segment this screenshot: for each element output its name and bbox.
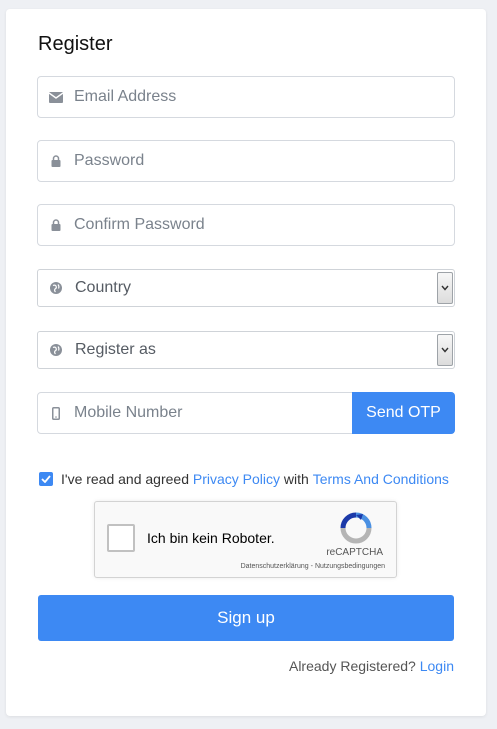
recaptcha-terms-link[interactable]: Nutzungsbedingungen bbox=[315, 563, 385, 570]
chevron-down-icon[interactable] bbox=[437, 272, 453, 304]
recaptcha-widget: Ich bin kein Roboter. reCAPTCHA Datensch… bbox=[94, 501, 397, 578]
chevron-down-icon[interactable] bbox=[437, 334, 453, 366]
recaptcha-separator: - bbox=[310, 563, 313, 570]
send-otp-button[interactable]: Send OTP bbox=[352, 392, 455, 434]
register-as-select[interactable]: Register as bbox=[37, 331, 455, 369]
password-field[interactable] bbox=[37, 140, 455, 182]
recaptcha-legal: Datenschutzerklärung - Nutzungsbedingung… bbox=[241, 563, 385, 570]
recaptcha-label: Ich bin kein Roboter. bbox=[147, 530, 275, 546]
login-link[interactable]: Login bbox=[420, 658, 454, 674]
confirm-password-field[interactable] bbox=[37, 204, 455, 246]
lock-icon bbox=[49, 154, 63, 168]
email-input[interactable] bbox=[74, 77, 454, 117]
login-prompt: Already Registered? Login bbox=[289, 658, 454, 674]
page-title: Register bbox=[38, 33, 113, 55]
globe-icon bbox=[49, 281, 63, 295]
register-as-select-value: Register as bbox=[75, 341, 156, 358]
confirm-password-input[interactable] bbox=[74, 205, 454, 245]
password-input[interactable] bbox=[74, 141, 454, 181]
recaptcha-brand: reCAPTCHA bbox=[326, 547, 383, 558]
mobile-number-field[interactable]: Send OTP bbox=[37, 392, 455, 434]
register-card: Register Country Register as bbox=[6, 9, 486, 716]
recaptcha-checkbox[interactable] bbox=[107, 524, 135, 552]
already-registered-text: Already Registered? bbox=[288, 658, 416, 674]
recaptcha-privacy-link[interactable]: Datenschutzerklärung bbox=[241, 563, 309, 570]
mobile-phone-icon bbox=[49, 406, 63, 420]
country-select-value: Country bbox=[75, 279, 132, 296]
checkmark-icon bbox=[41, 475, 51, 483]
envelope-icon bbox=[49, 90, 63, 104]
lock-icon bbox=[49, 218, 63, 232]
email-field[interactable] bbox=[37, 76, 455, 118]
terms-agreement: I've read and agreed Privacy Policy with… bbox=[39, 471, 449, 487]
country-select[interactable]: Country bbox=[37, 269, 455, 307]
agree-prefix: I've read and agreed bbox=[61, 471, 189, 487]
privacy-policy-link[interactable]: Privacy Policy bbox=[193, 471, 280, 487]
agree-middle: with bbox=[283, 471, 309, 487]
globe-icon bbox=[49, 343, 63, 357]
sign-up-button[interactable]: Sign up bbox=[38, 595, 454, 641]
recaptcha-logo-icon bbox=[339, 512, 373, 549]
agree-checkbox[interactable] bbox=[39, 472, 53, 486]
terms-link[interactable]: Terms And Conditions bbox=[313, 471, 449, 487]
